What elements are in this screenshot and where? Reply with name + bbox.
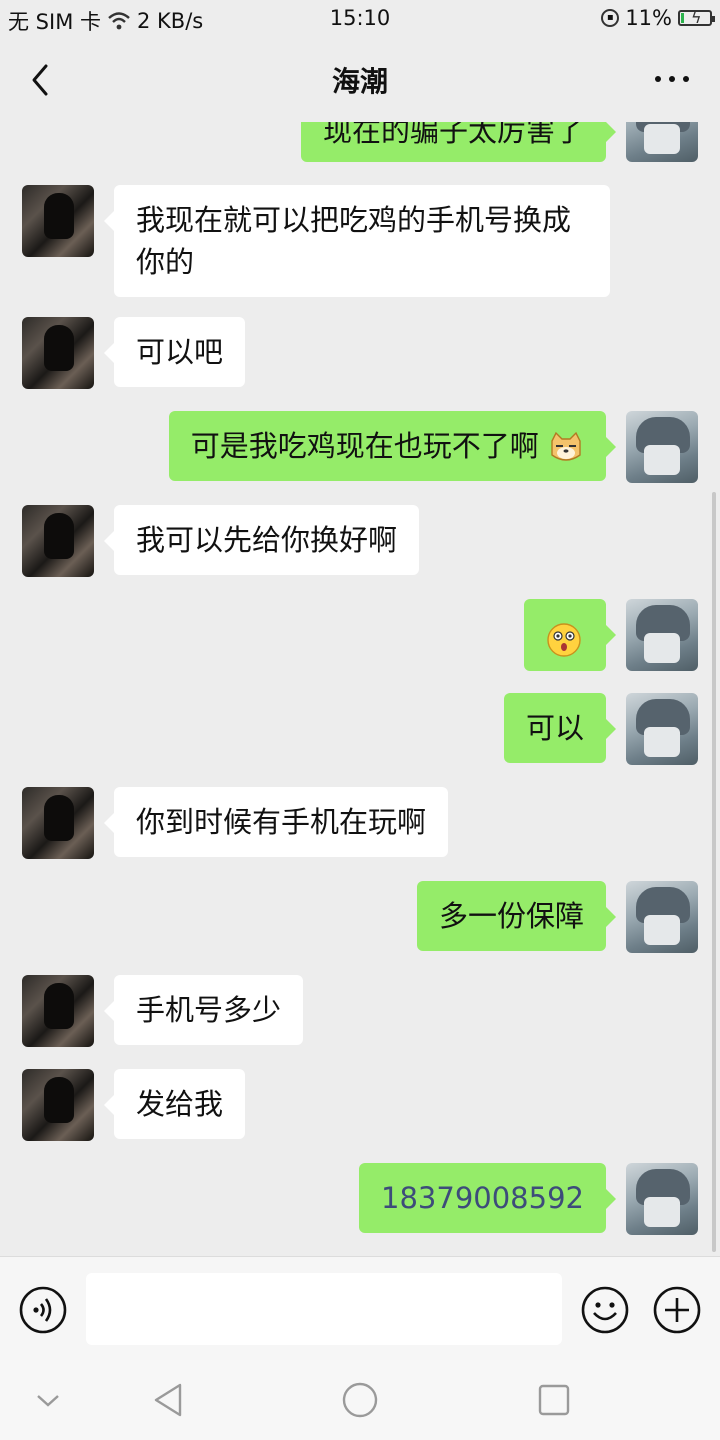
message-text: 可以吧 <box>136 335 224 369</box>
collapse-icon[interactable] <box>28 1380 68 1420</box>
battery-percent: 11% <box>625 6 672 30</box>
home-circle-icon[interactable] <box>340 1380 380 1420</box>
recents-square-icon[interactable] <box>534 1380 574 1420</box>
voice-icon[interactable] <box>18 1285 68 1335</box>
input-bar <box>0 1256 720 1361</box>
battery-charging-icon: ϟ <box>678 8 715 27</box>
plus-icon[interactable] <box>652 1285 702 1335</box>
doge-emoji <box>551 431 581 461</box>
message-bubble-outgoing[interactable]: 可是我吃鸡现在也玩不了啊 <box>168 411 617 481</box>
message-bubble-outgoing[interactable]: 18379008592 <box>359 1163 616 1233</box>
back-triangle-icon[interactable] <box>150 1380 190 1420</box>
contact-avatar[interactable] <box>22 185 94 257</box>
my-avatar[interactable] <box>626 122 698 162</box>
contact-avatar[interactable] <box>22 317 94 389</box>
message-bubble-outgoing[interactable]: 现在的骗子太厉害了 <box>300 122 617 162</box>
message-bubble-incoming[interactable]: 我可以先给你换好啊 <box>103 505 420 575</box>
message-text: 手机号多少 <box>136 993 282 1027</box>
message-bubble-incoming[interactable]: 手机号多少 <box>103 975 304 1045</box>
message-text: 我现在就可以把吃鸡的手机号换成你的 <box>136 203 572 279</box>
message-bubble-outgoing[interactable] <box>524 599 616 671</box>
contact-avatar[interactable] <box>22 1069 94 1141</box>
message-bubble-outgoing[interactable]: 可以 <box>503 693 617 763</box>
message-text: 可是我吃鸡现在也玩不了啊 <box>190 429 539 463</box>
message-text: 我可以先给你换好啊 <box>136 523 398 557</box>
clock: 15:10 <box>329 6 391 30</box>
more-dots-icon[interactable] <box>652 64 692 94</box>
lock-rotation-icon: ▪ <box>601 9 620 27</box>
message-bubble-incoming[interactable]: 我现在就可以把吃鸡的手机号换成你的 <box>104 185 610 297</box>
status-bar: 无 SIM 卡 2 KB/s 15:10 ▪ 11% ϟ <box>0 0 720 38</box>
message-input[interactable] <box>86 1273 562 1345</box>
my-avatar[interactable] <box>626 1163 698 1235</box>
message-bubble-incoming[interactable]: 你到时候有手机在玩啊 <box>103 787 449 857</box>
contact-avatar[interactable] <box>22 975 94 1047</box>
message-text: 现在的骗子太厉害了 <box>322 122 584 148</box>
chat-title: 海潮 <box>331 65 388 98</box>
message-bubble-outgoing[interactable]: 多一份保障 <box>416 881 617 951</box>
contact-avatar[interactable] <box>22 787 94 859</box>
message-text: 多一份保障 <box>438 899 584 933</box>
message-text: 可以 <box>525 711 584 745</box>
my-avatar[interactable] <box>626 693 698 765</box>
my-avatar[interactable] <box>626 411 698 483</box>
message-text: 你到时候有手机在玩啊 <box>136 805 427 839</box>
contact-avatar[interactable] <box>22 505 94 577</box>
surprised-face-emoji <box>547 623 581 657</box>
phone-number-link[interactable]: 18379008592 <box>381 1181 584 1215</box>
my-avatar[interactable] <box>626 599 698 671</box>
message-bubble-incoming[interactable]: 发给我 <box>103 1069 246 1139</box>
scrollbar[interactable] <box>712 492 716 1252</box>
emoji-icon[interactable] <box>580 1285 630 1335</box>
message-text: 发给我 <box>136 1087 224 1121</box>
my-avatar[interactable] <box>626 881 698 953</box>
message-bubble-incoming[interactable]: 可以吧 <box>103 317 246 387</box>
message-list[interactable]: 现在的骗子太厉害了 我现在就可以把吃鸡的手机号换成你的 可以吧 可是我吃鸡现在也… <box>0 122 720 1256</box>
system-nav-bar <box>0 1360 720 1440</box>
chat-header: 海潮 <box>0 38 720 122</box>
